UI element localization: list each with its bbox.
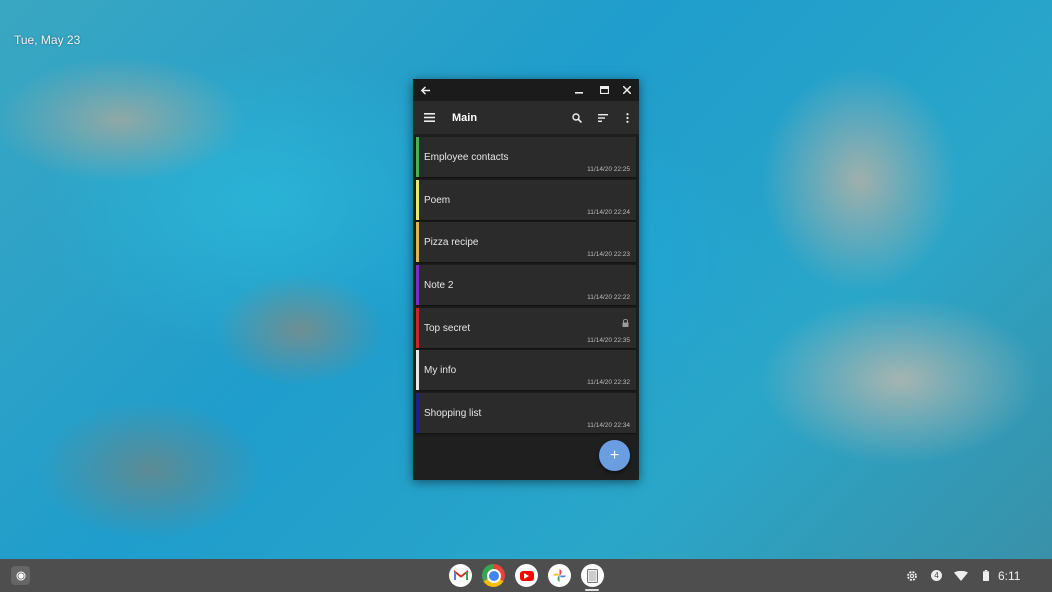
note-item[interactable]: Employee contacts 11/14/20 22:25 [416, 137, 636, 177]
notification-badge[interactable]: 4 [931, 559, 942, 592]
desktop-date: Tue, May 23 [14, 33, 81, 47]
note-date: 11/14/20 [587, 251, 612, 259]
wifi-icon[interactable] [954, 559, 968, 592]
chrome-app-icon[interactable] [482, 564, 505, 587]
note-color-bar [416, 222, 419, 263]
notes-app-window: Main Employee contacts 11/14/20 22:25 Po… [413, 79, 639, 480]
note-item[interactable]: My info 11/14/20 22:32 [416, 350, 636, 391]
clock[interactable]: 6:11 [998, 559, 1020, 592]
note-color-bar [416, 179, 419, 220]
window-titlebar [413, 79, 639, 101]
active-app-indicator [585, 589, 599, 591]
note-time: 22:35 [613, 336, 630, 344]
note-title: Shopping list [424, 408, 482, 420]
note-item[interactable]: Top secret 11/14/20 22:35 [416, 307, 636, 348]
note-color-bar [416, 307, 419, 348]
close-icon[interactable] [616, 79, 638, 101]
add-note-button[interactable]: + [599, 440, 630, 471]
note-item[interactable]: Note 2 11/14/20 22:22 [416, 265, 636, 306]
search-icon[interactable] [568, 101, 586, 134]
note-color-bar [416, 137, 419, 177]
note-title: My info [424, 365, 457, 377]
lock-icon [622, 314, 629, 332]
notes-list: Employee contacts 11/14/20 22:25 Poem 11… [416, 137, 636, 436]
note-color-bar [416, 350, 419, 391]
note-title: Pizza recipe [424, 237, 479, 249]
notes-app-icon[interactable] [581, 564, 604, 587]
note-date: 11/14/20 [587, 208, 612, 216]
app-title: Main [452, 111, 478, 124]
notification-count: 4 [931, 570, 942, 581]
arrow-left-icon[interactable] [414, 79, 436, 101]
note-color-bar [416, 393, 419, 434]
note-item[interactable]: Poem 11/14/20 22:24 [416, 179, 636, 220]
photos-app-icon[interactable] [548, 564, 571, 587]
battery-icon[interactable] [983, 559, 989, 592]
note-color-bar [416, 265, 419, 306]
note-date: 11/14/20 [587, 166, 612, 173]
note-time: 22:22 [613, 294, 630, 302]
launcher-button[interactable] [11, 566, 30, 585]
hamburger-menu-icon[interactable] [419, 101, 439, 134]
note-date: 11/14/20 [587, 379, 612, 387]
minimize-icon[interactable] [568, 79, 590, 101]
maximize-icon[interactable] [593, 79, 615, 101]
note-date: 11/14/20 [587, 294, 612, 302]
note-item[interactable]: Pizza recipe 11/14/20 22:23 [416, 222, 636, 263]
note-time: 22:25 [613, 166, 630, 173]
note-title: Note 2 [424, 280, 454, 292]
note-time: 22:32 [613, 379, 630, 387]
plus-icon: + [609, 446, 620, 464]
app-toolbar: Main [413, 101, 639, 134]
note-title: Employee contacts [424, 152, 509, 163]
shelf: 4 6:11 [0, 559, 1052, 592]
sort-icon[interactable] [594, 101, 612, 134]
note-title: Top secret [424, 322, 471, 334]
gmail-app-icon[interactable] [449, 564, 472, 587]
note-title: Poem [424, 194, 451, 206]
note-date: 11/14/20 [587, 422, 612, 430]
more-vert-icon[interactable] [618, 101, 636, 134]
note-date: 11/14/20 [587, 336, 612, 344]
youtube-app-icon[interactable] [515, 564, 538, 587]
settings-icon[interactable] [906, 559, 918, 592]
note-item[interactable]: Shopping list 11/14/20 22:34 [416, 393, 636, 434]
launcher-icon [16, 571, 25, 580]
note-time: 22:24 [613, 208, 630, 216]
note-time: 22:23 [613, 251, 630, 259]
note-time: 22:34 [613, 422, 630, 430]
